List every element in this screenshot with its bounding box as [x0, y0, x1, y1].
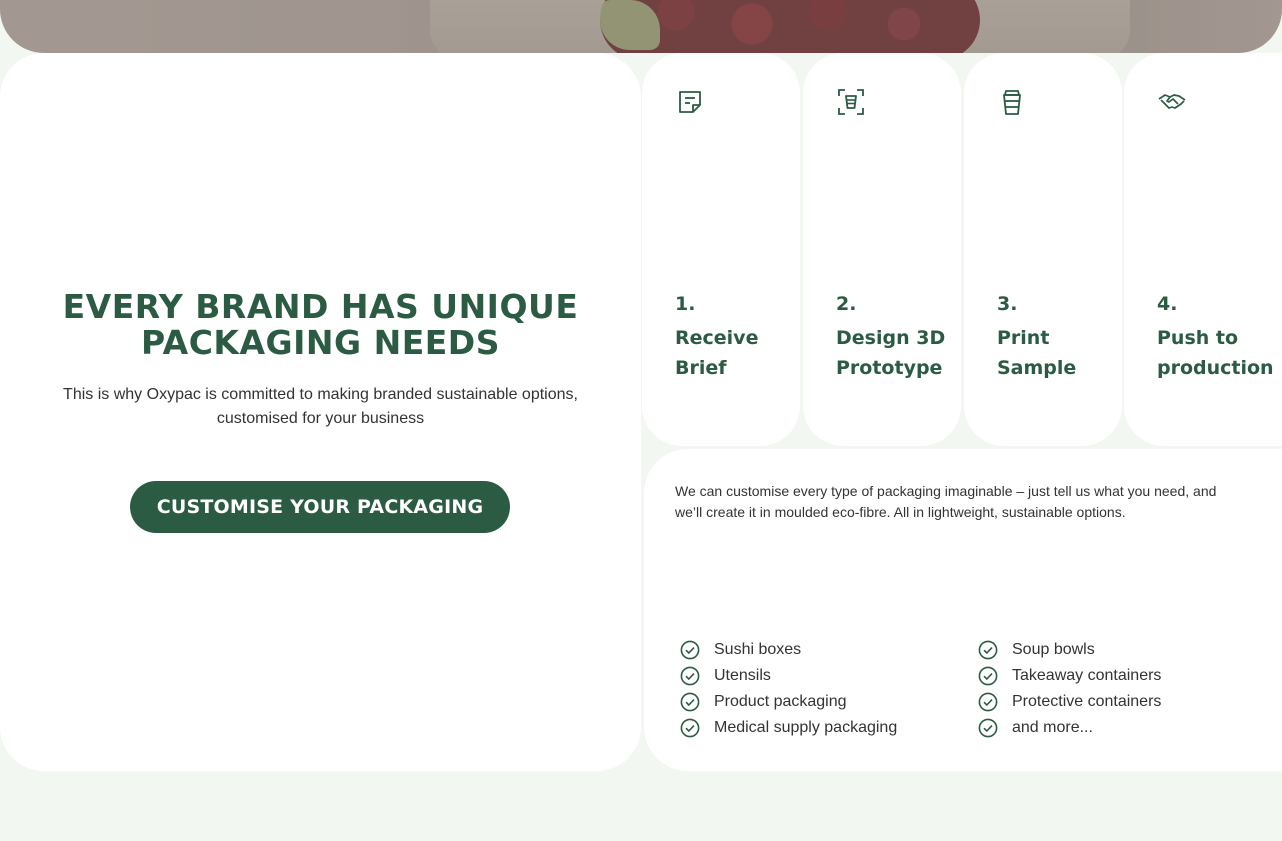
step-card-2: 2. Design 3D Prototype — [803, 53, 961, 446]
intro-title: EVERY BRAND HAS UNIQUE PACKAGING NEEDS — [62, 287, 579, 362]
list-item: Takeaway containers — [978, 663, 1161, 689]
step-label: Design 3D Prototype — [836, 327, 946, 379]
check-circle-icon — [978, 718, 998, 738]
handshake-icon — [1158, 94, 1186, 109]
description-card: We can customise every type of packaging… — [644, 449, 1282, 771]
customise-packaging-button[interactable]: CUSTOMISE YOUR PACKAGING — [130, 481, 510, 533]
check-circle-icon — [978, 692, 998, 712]
list-item-label: Soup bowls — [1012, 641, 1095, 658]
list-item: Product packaging — [680, 689, 897, 715]
list-item: and more... — [978, 715, 1161, 741]
page: EVERY BRAND HAS UNIQUE PACKAGING NEEDS T… — [0, 0, 1282, 841]
list-item: Soup bowls — [978, 637, 1161, 663]
intro-subtitle: This is why Oxypac is committed to makin… — [63, 386, 578, 427]
list-item-label: Protective containers — [1012, 693, 1162, 710]
description-text: We can customise every type of packaging… — [675, 483, 1217, 520]
list-item: Utensils — [680, 663, 897, 689]
step-number: 3. — [997, 293, 1018, 315]
list-item-label: Utensils — [714, 667, 771, 684]
list-item-label: Medical supply packaging — [714, 719, 898, 736]
step-card-3: 3. Print Sample — [964, 53, 1122, 446]
step-number: 1. — [675, 293, 696, 315]
step-label: Receive Brief — [675, 327, 759, 379]
document-icon — [679, 91, 701, 113]
step-card-4: 4. Push to production — [1124, 53, 1282, 446]
check-circle-icon — [680, 718, 700, 738]
packaging-list-right: Soup bowls Takeaway containers Protectiv… — [978, 637, 1161, 741]
packaging-list-left: Sushi boxes Utensils Product packaging M… — [680, 637, 897, 741]
check-circle-icon — [978, 640, 998, 660]
step-number: 2. — [836, 293, 857, 315]
step-label: Push to production — [1157, 327, 1274, 379]
step-number: 4. — [1157, 293, 1178, 315]
step-card-1: 1. Receive Brief — [642, 53, 800, 446]
list-item-label: Takeaway containers — [1012, 667, 1162, 684]
list-item: Medical supply packaging — [680, 715, 897, 741]
check-circle-icon — [680, 692, 700, 712]
cup-icon — [1003, 90, 1021, 115]
list-item-label: and more... — [1012, 719, 1093, 736]
check-circle-icon — [978, 666, 998, 686]
list-item: Protective containers — [978, 689, 1161, 715]
list-item-label: Product packaging — [714, 693, 847, 710]
list-item: Sushi boxes — [680, 637, 897, 663]
hero-image — [0, 0, 1282, 53]
list-item-label: Sushi boxes — [714, 641, 802, 658]
check-circle-icon — [680, 666, 700, 686]
intro-card: EVERY BRAND HAS UNIQUE PACKAGING NEEDS T… — [0, 53, 641, 771]
cup-scan-icon — [838, 89, 864, 115]
step-label: Print Sample — [997, 327, 1077, 379]
check-circle-icon — [680, 640, 700, 660]
